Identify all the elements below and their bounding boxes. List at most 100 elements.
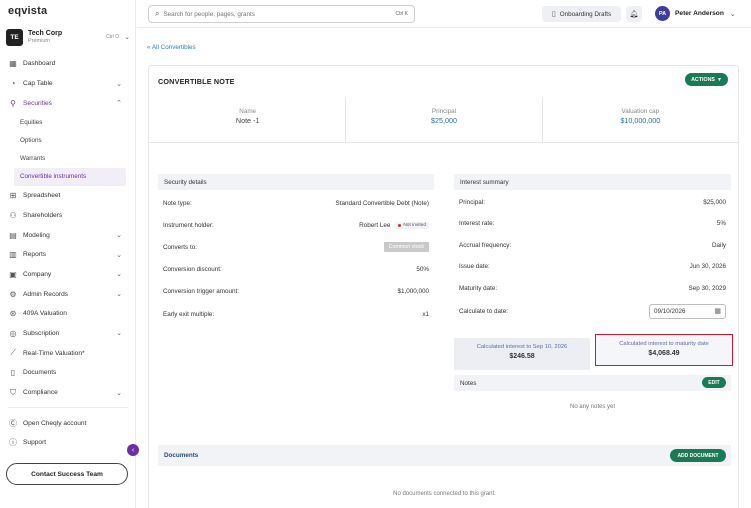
stat-valuation-cap: Valuation cap $10,000,000 [543, 98, 738, 142]
sidebar-item-reports[interactable]: ▥ Reports ⌄ [0, 245, 136, 265]
panel-title: Security details [158, 174, 434, 190]
sidebar-item-label: Securities [23, 99, 52, 107]
avatar: PA [655, 6, 670, 21]
eqvista-logo[interactable]: eqvista [8, 5, 47, 17]
company-plan: Premium [28, 38, 51, 44]
sidebar-item-company[interactable]: ▣ Company ⌄ [0, 265, 136, 285]
company-avatar: TE [6, 28, 23, 46]
actions-button[interactable]: ACTIONS ▼ [685, 73, 728, 86]
chevron-down-icon: ⌄ [116, 330, 122, 338]
status-badge: Not invited [395, 221, 429, 229]
row-label: Interest rate: [459, 220, 495, 227]
edit-notes-button[interactable]: EDIT [702, 377, 726, 388]
panel-title: Notes [454, 375, 731, 391]
row-value: Standard Convertible Debt (Note) [335, 199, 429, 207]
chevron-down-icon: ⌄ [116, 291, 122, 299]
detail-row-instrument-holder: Instrument holder: Robert Lee Not invite… [158, 214, 434, 236]
calc-value: $4,068.49 [648, 350, 680, 357]
sidebar-item-label: Company [23, 270, 52, 278]
sidebar-item-compliance[interactable]: ⛉ Compliance ⌄ [0, 383, 136, 403]
user-menu[interactable]: PA Peter Anderson ⌄ [655, 6, 736, 21]
chevron-down-icon: ⌄ [116, 251, 122, 259]
sidebar-item-subscription[interactable]: ◎ Subscription ⌄ [0, 324, 136, 344]
row-label: Conversion discount: [163, 265, 222, 273]
top-bar: ⌕ Ctrl K ▯ Onboarding Drafts 🔔︎ PA Peter… [137, 0, 751, 28]
company-switcher[interactable]: TE Tech Corp Premium Ctrl O ⌄ [6, 27, 130, 47]
detail-row-note-type: Note type: Standard Convertible Debt (No… [158, 192, 434, 214]
badge-icon: ⊛ [9, 309, 17, 319]
detail-row-converts-to: Converts to: Common stock [158, 236, 434, 258]
sidebar-subitem-warrants[interactable]: Warrants [0, 149, 136, 167]
main-content: « All Convertibles CONVERTIBLE NOTE ACTI… [137, 29, 751, 508]
sidebar-item-label: Modeling [23, 231, 50, 239]
gear-icon: ⚙ [9, 289, 17, 299]
chevron-up-icon: ⌃ [116, 100, 122, 108]
actions-label: ACTIONS [691, 76, 715, 83]
user-name: Peter Anderson [675, 10, 724, 17]
sidebar-item-open-cheqly[interactable]: Ⓒ Open Cheqly account [0, 413, 136, 433]
sidebar-subitem-options[interactable]: Options [0, 131, 136, 149]
sidebar-item-label: 409A Valuation [23, 310, 67, 318]
document-icon: ▯ [10, 368, 16, 378]
shield-icon: ⛉ [10, 387, 16, 397]
sidebar-item-label: Support [23, 439, 47, 447]
documents-title: Documents [164, 452, 199, 459]
search-input[interactable] [163, 10, 396, 18]
calculate-date-field[interactable]: 09/10/2026 ▦ [649, 303, 726, 319]
notifications-bell-icon[interactable]: 🔔︎ [626, 6, 642, 22]
company-name: Tech Corp [28, 30, 63, 37]
sidebar-item-label: Subscription [23, 329, 60, 337]
calendar-icon[interactable]: ▦ [714, 307, 721, 315]
row-value: 50% [416, 265, 429, 273]
reports-icon: ▥ [9, 250, 17, 260]
document-icon: ▯ [551, 11, 556, 18]
sidebar-item-label: Compliance [23, 389, 58, 397]
calc-label: Calculated interest to Sep 10, 2026 [476, 344, 568, 350]
date-value: 09/10/2026 [654, 307, 686, 315]
sidebar-nav: ▦ Dashboard ◔ Cap Table ⌄ ⚲ Securities ⌃… [0, 54, 136, 453]
interest-row-principal: Principal: $25,000 [454, 192, 731, 213]
stat-value: $10,000,000 [620, 116, 661, 125]
row-label: Calculate to date: [459, 307, 509, 315]
sidebar-divider [8, 407, 128, 409]
stat-label: Name [239, 108, 257, 115]
row-value: x1 [422, 310, 429, 318]
sidebar-item-label: Reports [23, 251, 47, 259]
dashboard-icon: ▦ [9, 59, 17, 69]
sidebar-item-shareholders[interactable]: ⚇ Shareholders [0, 206, 136, 226]
subscription-icon: ◎ [9, 328, 17, 338]
sidebar-item-dashboard[interactable]: ▦ Dashboard [0, 54, 136, 74]
sidebar-item-real-time-valuation[interactable]: ⟋ Real-Time Valuation* [0, 343, 136, 363]
sidebar-item-cap-table[interactable]: ◔ Cap Table ⌄ [0, 74, 136, 94]
row-value: Jun 30, 2026 [689, 263, 726, 270]
sidebar-subitem-equities[interactable]: Equities [0, 113, 136, 131]
sidebar-item-label: Documents [23, 369, 57, 377]
users-icon: ⚇ [9, 210, 17, 220]
sidebar-item-support[interactable]: ⓘ Support [0, 433, 136, 453]
company-names: Tech Corp Premium [28, 30, 106, 44]
sidebar-item-label: Admin Records [23, 290, 69, 298]
sidebar-item-modeling[interactable]: ▤ Modeling ⌄ [0, 225, 136, 245]
contact-success-team-button[interactable]: Contact Success Team [6, 463, 128, 485]
row-label: Maturity date: [459, 284, 498, 292]
sidebar-item-securities[interactable]: ⚲ Securities ⌃ [0, 93, 136, 113]
stat-value: $25,000 [431, 116, 457, 125]
add-document-button[interactable]: ADD DOCUMENT [670, 449, 726, 462]
building-icon: ▣ [9, 269, 17, 279]
stat-label: Valuation cap [621, 108, 660, 115]
onboarding-drafts-button[interactable]: ▯ Onboarding Drafts [542, 6, 621, 22]
sidebar-item-spreadsheet[interactable]: ⊞ Spreadsheet [0, 186, 136, 206]
row-label: Note type: [163, 199, 192, 207]
status-text: Not invited [403, 222, 426, 228]
sidebar-subitem-convertible-instruments[interactable]: Convertible instruments [14, 167, 126, 186]
sidebar-item-409a-valuation[interactable]: ⊛ 409A Valuation [0, 304, 136, 324]
search-box[interactable]: ⌕ Ctrl K [148, 5, 415, 23]
all-convertibles-link[interactable]: « All Convertibles [147, 44, 196, 51]
row-label: Early exit multiple: [163, 310, 215, 318]
row-label: Principal: [459, 199, 485, 206]
holder-name-link[interactable]: Robert Lee [359, 222, 390, 229]
modeling-icon: ▤ [9, 230, 17, 240]
collapse-sidebar-icon[interactable]: ‹ [127, 444, 139, 456]
sidebar-item-documents[interactable]: ▯ Documents [0, 363, 136, 383]
sidebar-item-admin-records[interactable]: ⚙ Admin Records ⌄ [0, 284, 136, 304]
